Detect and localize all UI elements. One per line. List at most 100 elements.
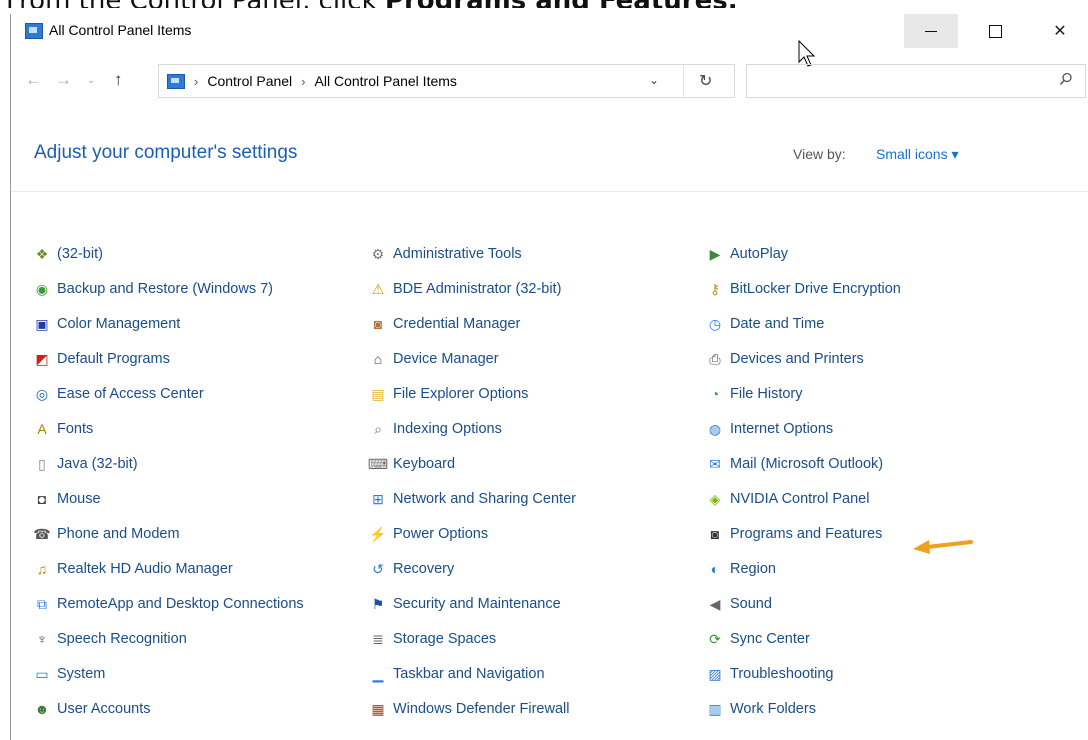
item-label: Administrative Tools [393, 245, 522, 262]
control-panel-item-power-options[interactable]: ⚡ Power Options [369, 516, 576, 551]
item-label: Power Options [393, 525, 489, 542]
control-panel-item-network-and-sharing-center[interactable]: ⊞ Network and Sharing Center [369, 481, 576, 516]
troubleshoot-icon: ▨ [708, 665, 722, 682]
control-panel-item-devices-and-printers[interactable]: ⎙ Devices and Printers [706, 341, 901, 376]
up-arrow-icon[interactable]: ↑ [114, 70, 123, 90]
item-label: File History [730, 385, 803, 402]
control-panel-item-sync-center[interactable]: ⟳ Sync Center [706, 621, 901, 656]
chevron-right-icon[interactable]: › [301, 74, 305, 89]
control-panel-item-credential-manager[interactable]: ◙ Credential Manager [369, 306, 576, 341]
view-by-dropdown[interactable]: Small icons ▾ [876, 146, 959, 163]
control-panel-item-mouse[interactable]: ◘ Mouse [33, 481, 304, 516]
item-label: Region [730, 560, 776, 577]
control-panel-item-fonts[interactable]: A Fonts [33, 411, 304, 446]
control-panel-item-windows-defender-firewall[interactable]: ▦ Windows Defender Firewall [369, 691, 576, 726]
remote-icon: ⧉ [37, 595, 47, 612]
search-input[interactable] [746, 64, 1086, 98]
chevron-down-icon[interactable]: ⌄ [649, 73, 659, 87]
close-button[interactable]: ✕ [1033, 14, 1087, 48]
control-panel-item-internet-options[interactable]: ◍ Internet Options [706, 411, 901, 446]
control-panel-item-recovery[interactable]: ↺ Recovery [369, 551, 576, 586]
recent-locations-icon[interactable]: ⌄ [87, 75, 95, 86]
item-label: Mouse [57, 490, 101, 507]
control-panel-item-bde-administrator-32-bit[interactable]: ⚠ BDE Administrator (32-bit) [369, 271, 576, 306]
control-panel-item-taskbar-and-navigation[interactable]: ▁ Taskbar and Navigation [369, 656, 576, 691]
item-label: System [57, 665, 106, 682]
banner-prefix: From the Control Panel, click [6, 0, 385, 8]
back-arrow-icon[interactable]: ← [25, 70, 42, 90]
refresh-icon[interactable]: ↻ [699, 71, 712, 91]
highlight-arrow-icon [913, 540, 973, 554]
forward-arrow-icon[interactable]: → [55, 70, 72, 90]
mouse-icon: ◘ [37, 490, 47, 507]
control-panel-item-region[interactable]: ◐ Region [706, 551, 901, 586]
title-bar: All Control Panel Items ✕ [11, 14, 1088, 67]
file-icon: ▯ [38, 455, 46, 472]
control-panel-item-color-management[interactable]: ▣ Color Management [33, 306, 304, 341]
control-panel-item-keyboard[interactable]: ⌨ Keyboard [368, 446, 576, 481]
control-panel-item-realtek-hd-audio-manager[interactable]: ♫ Realtek HD Audio Manager [33, 551, 304, 586]
fonts-icon: A [37, 420, 47, 437]
folder-options-icon: ▤ [371, 385, 385, 402]
item-label: AutoPlay [730, 245, 789, 262]
control-panel-item-remoteapp-and-desktop-connections[interactable]: ⧉ RemoteApp and Desktop Connections [33, 586, 304, 621]
control-panel-item-date-and-time[interactable]: ◷ Date and Time [706, 306, 901, 341]
control-panel-item-backup-and-restore-windows-7[interactable]: ◉ Backup and Restore (Windows 7) [33, 271, 304, 306]
sync-icon: ⟳ [709, 630, 721, 647]
control-panel-item-indexing-options[interactable]: ⌕ Indexing Options [369, 411, 576, 446]
taskbar-icon: ▁ [372, 665, 384, 682]
search-icon[interactable] [1059, 72, 1073, 86]
item-label: Default Programs [57, 350, 170, 367]
control-panel-item-speech-recognition[interactable]: ♆ Speech Recognition [33, 621, 304, 656]
control-panel-item-sound[interactable]: ◀ Sound [706, 586, 901, 621]
breadcrumb-control-panel[interactable]: Control Panel [207, 73, 292, 89]
control-panel-item-file-history[interactable]: ◔ File History [706, 376, 901, 411]
control-panel-item-autoplay[interactable]: ▶ AutoPlay [706, 236, 901, 271]
indexing-icon: ⌕ [374, 420, 382, 437]
item-label: Windows Defender Firewall [393, 700, 570, 717]
minimize-button[interactable] [904, 14, 958, 48]
address-bar[interactable]: › Control Panel › All Control Panel Item… [158, 64, 735, 98]
control-panel-item-troubleshooting[interactable]: ▨ Troubleshooting [706, 656, 901, 691]
control-panel-item-32-bit[interactable]: ❖ (32-bit) [33, 236, 304, 271]
control-panel-item-storage-spaces[interactable]: ≣ Storage Spaces [369, 621, 576, 656]
item-label: Recovery [393, 560, 455, 577]
control-panel-item-ease-of-access-center[interactable]: ◎ Ease of Access Center [33, 376, 304, 411]
control-panel-item-mail-microsoft-outlook[interactable]: ✉ Mail (Microsoft Outlook) [706, 446, 901, 481]
item-label: Speech Recognition [57, 630, 187, 647]
region-icon: ◐ [710, 560, 720, 577]
control-panel-item-system[interactable]: ▭ System [33, 656, 304, 691]
control-panel-item-default-programs[interactable]: ◩ Default Programs [33, 341, 304, 376]
item-label: Security and Maintenance [393, 595, 561, 612]
window-title: All Control Panel Items [49, 22, 192, 38]
control-panel-item-user-accounts[interactable]: ☻ User Accounts [33, 691, 304, 726]
item-label: Backup and Restore (Windows 7) [57, 280, 273, 297]
maximize-button[interactable] [968, 14, 1022, 48]
item-label: (32-bit) [57, 245, 103, 262]
control-panel-item-administrative-tools[interactable]: ⚙ Administrative Tools [369, 236, 576, 271]
control-panel-item-work-folders[interactable]: ▥ Work Folders [706, 691, 901, 726]
control-panel-item-phone-and-modem[interactable]: ☎ Phone and Modem [33, 516, 304, 551]
control-panel-item-programs-and-features[interactable]: ◙ Programs and Features [706, 516, 901, 551]
control-panel-item-java-32-bit[interactable]: ▯ Java (32-bit) [33, 446, 304, 481]
phone-icon: ☎ [33, 525, 51, 542]
power-icon: ⚡ [369, 525, 387, 542]
control-panel-item-file-explorer-options[interactable]: ▤ File Explorer Options [369, 376, 576, 411]
bitlocker-icon: ⚷ [709, 280, 721, 297]
control-panel-item-device-manager[interactable]: ⌂ Device Manager [369, 341, 576, 376]
breadcrumb-all-items[interactable]: All Control Panel Items [315, 73, 457, 89]
file-history-icon: ◔ [710, 385, 720, 402]
users-icon: ☻ [34, 700, 50, 717]
chevron-right-icon[interactable]: › [194, 74, 198, 89]
item-label: Network and Sharing Center [393, 490, 576, 507]
item-label: User Accounts [57, 700, 151, 717]
app-icon: ❖ [35, 245, 49, 262]
item-label: Keyboard [393, 455, 456, 472]
globe-icon: ◍ [708, 420, 722, 437]
control-panel-item-bitlocker-drive-encryption[interactable]: ⚷ BitLocker Drive Encryption [706, 271, 901, 306]
item-label: Troubleshooting [730, 665, 834, 682]
work-folders-icon: ▥ [708, 700, 722, 717]
control-panel-item-nvidia-control-panel[interactable]: ◈ NVIDIA Control Panel [706, 481, 901, 516]
control-panel-item-security-and-maintenance[interactable]: ⚑ Security and Maintenance [369, 586, 576, 621]
device-manager-icon: ⌂ [373, 350, 383, 367]
